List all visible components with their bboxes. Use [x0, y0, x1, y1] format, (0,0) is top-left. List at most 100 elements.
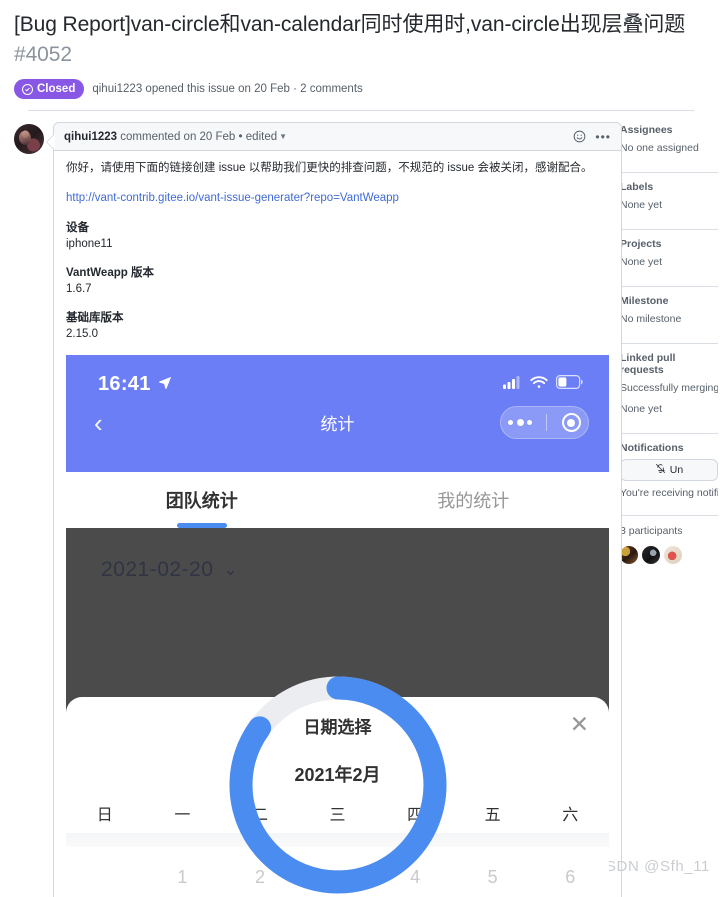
unsubscribe-button-label: Un [669, 464, 684, 476]
field-baselib-version-value: 2.15.0 [66, 328, 98, 340]
sidebar-assignees-value: No one assigned [620, 142, 699, 154]
phone-nav-bar: ‹ 统计 [66, 396, 609, 439]
field-vantweapp-version-key: VantWeapp 版本 [66, 267, 154, 279]
chevron-down-icon: ⌄ [223, 560, 239, 579]
field-device-key: 设备 [66, 222, 89, 234]
status-time: 16:41 [98, 373, 151, 395]
tab-team-stats[interactable]: 团队统计 [66, 472, 338, 528]
sidebar-assignees-title[interactable]: Assignees [620, 124, 718, 136]
participant-avatar-1[interactable] [620, 546, 638, 564]
comment-body: 你好，请使用下面的链接创建 issue 以帮助我们更快的排查问题，不规范的 is… [54, 151, 621, 897]
comment-header-actions: ••• [573, 130, 611, 143]
phone-header: 16:41 ‹ 统计 [66, 355, 609, 472]
unsubscribe-button[interactable]: Un [620, 459, 718, 481]
phone-screenshot: 16:41 ‹ 统计 团队统计 我的统计 2021-02-20 ⌄ 日期选择 2… [66, 355, 609, 897]
phone-status-bar: 16:41 [66, 355, 609, 396]
comment-row: qihui1223 commented on 20 Feb • edited ▼ [14, 122, 622, 897]
smiley-icon[interactable] [573, 130, 586, 143]
calendar-divider [66, 833, 609, 847]
participants-avatars [620, 546, 718, 564]
issue-closed-icon [22, 83, 33, 95]
sidebar-section-participants: 3 participants [620, 524, 718, 573]
participant-avatar-2[interactable] [642, 546, 660, 564]
comment-author[interactable]: qihui1223 [64, 131, 117, 143]
weekday-mon: 一 [174, 807, 191, 824]
calendar-month-label: 2021年2月 [294, 765, 381, 785]
sidebar-projects-title[interactable]: Projects [620, 238, 718, 250]
sidebar-divider [620, 229, 718, 230]
issue-body: qihui1223 commented on 20 Feb • edited ▼ [0, 111, 722, 897]
field-device: 设备 iphone11 [66, 220, 609, 252]
comment-box: qihui1223 commented on 20 Feb • edited ▼ [46, 122, 622, 897]
sidebar-divider [620, 172, 718, 173]
phone-content: 2021-02-20 ⌄ 日期选择 2021年2月 ✕ 日 一 二 三 四 五 … [66, 528, 609, 897]
sidebar-divider [620, 515, 718, 516]
wifi-icon [530, 375, 548, 394]
avatar[interactable] [14, 124, 44, 154]
tab-my-stats-label: 我的统计 [437, 491, 510, 511]
weekday-wed: 三 [329, 807, 346, 824]
weekday-sat: 六 [562, 807, 579, 824]
sidebar-linked-pr-title[interactable]: Linked pull requests [620, 352, 718, 376]
calendar-day-4[interactable]: 4 [376, 867, 454, 888]
issue-meta-text: qihui1223 opened this issue on 20 Feb · … [92, 83, 363, 95]
chevron-left-icon[interactable]: ‹ [94, 410, 103, 436]
date-select-value: 2021-02-20 [101, 558, 214, 581]
status-badge: Closed [14, 79, 85, 99]
target-circle-icon[interactable] [561, 413, 581, 432]
chevron-down-icon[interactable]: ▼ [279, 132, 287, 141]
comment-paragraph: 你好，请使用下面的链接创建 issue 以帮助我们更快的排查问题，不规范的 is… [66, 162, 593, 174]
sidebar-milestone-title[interactable]: Milestone [620, 295, 718, 307]
sidebar-section-notifications: Notifications Un You're receiving notifi… [620, 442, 718, 508]
calendar-header: 日期选择 2021年2月 ✕ [66, 697, 609, 793]
phone-tab-bar: 团队统计 我的统计 [66, 472, 609, 528]
comment-header: qihui1223 commented on 20 Feb • edited ▼ [54, 123, 621, 151]
calendar-day-3[interactable]: 3 [299, 867, 377, 888]
date-select-trigger[interactable]: 2021-02-20 ⌄ [101, 558, 238, 582]
sidebar-labels-value: None yet [620, 199, 663, 211]
kebab-menu-icon[interactable]: ••• [595, 131, 611, 143]
status-clock: 16:41 [98, 373, 172, 396]
issue-sidebar: Assignees No one assigned Labels None ye… [614, 122, 718, 897]
field-vantweapp-version-value: 1.6.7 [66, 283, 92, 295]
sidebar-linked-pr-hint: Successfully merging a pul [620, 382, 718, 394]
calendar-title: 日期选择 [303, 718, 372, 737]
capsule-divider [546, 414, 548, 431]
calendar-day-6[interactable]: 6 [531, 867, 609, 888]
calendar-day-5[interactable]: 5 [454, 867, 532, 888]
issue-title-text: [Bug Report]van-circle和van-calendar同时使用时… [14, 13, 686, 36]
sidebar-projects-value: None yet [620, 256, 663, 268]
bell-slash-icon [655, 463, 666, 477]
participants-count: 3 participants [620, 525, 683, 537]
sidebar-linked-pr-value: None yet [620, 403, 663, 415]
calendar-sheet: 日期选择 2021年2月 ✕ 日 一 二 三 四 五 六 1 2 3 4 5 6 [66, 697, 609, 897]
calendar-day-2[interactable]: 2 [221, 867, 299, 888]
weekday-fri: 五 [484, 807, 501, 824]
sidebar-section-assignees: Assignees No one assigned [620, 124, 718, 165]
issue-number: #4052 [14, 43, 72, 66]
watermark: CSDN @Sfh_11 [594, 858, 710, 875]
status-badge-label: Closed [37, 83, 76, 95]
battery-icon [556, 375, 583, 394]
miniprogram-capsule[interactable] [500, 406, 589, 439]
more-dots-icon[interactable] [508, 419, 533, 426]
comment-action: commented on 20 Feb [120, 130, 236, 143]
comment-edited-label[interactable]: edited [246, 131, 277, 143]
sidebar-section-labels: Labels None yet [620, 181, 718, 222]
sidebar-labels-title[interactable]: Labels [620, 181, 718, 193]
calendar-day-row: 1 2 3 4 5 6 [66, 847, 609, 897]
sidebar-notifications-title: Notifications [620, 442, 684, 454]
close-x-icon[interactable]: ✕ [570, 713, 589, 736]
tab-my-stats[interactable]: 我的统计 [338, 472, 610, 528]
weekday-tue: 二 [251, 807, 268, 824]
sidebar-divider [620, 433, 718, 434]
field-device-value: iphone11 [66, 238, 113, 250]
calendar-weekdays: 日 一 二 三 四 五 六 [66, 793, 609, 833]
weekday-thu: 四 [407, 807, 424, 824]
participant-avatar-3[interactable] [664, 546, 682, 564]
calendar-day-1[interactable]: 1 [144, 867, 222, 888]
tab-team-stats-label: 团队统计 [165, 491, 238, 511]
sidebar-section-projects: Projects None yet [620, 238, 718, 279]
issue-generator-link[interactable]: http://vant-contrib.gitee.io/vant-issue-… [66, 192, 399, 204]
sidebar-divider [620, 343, 718, 344]
